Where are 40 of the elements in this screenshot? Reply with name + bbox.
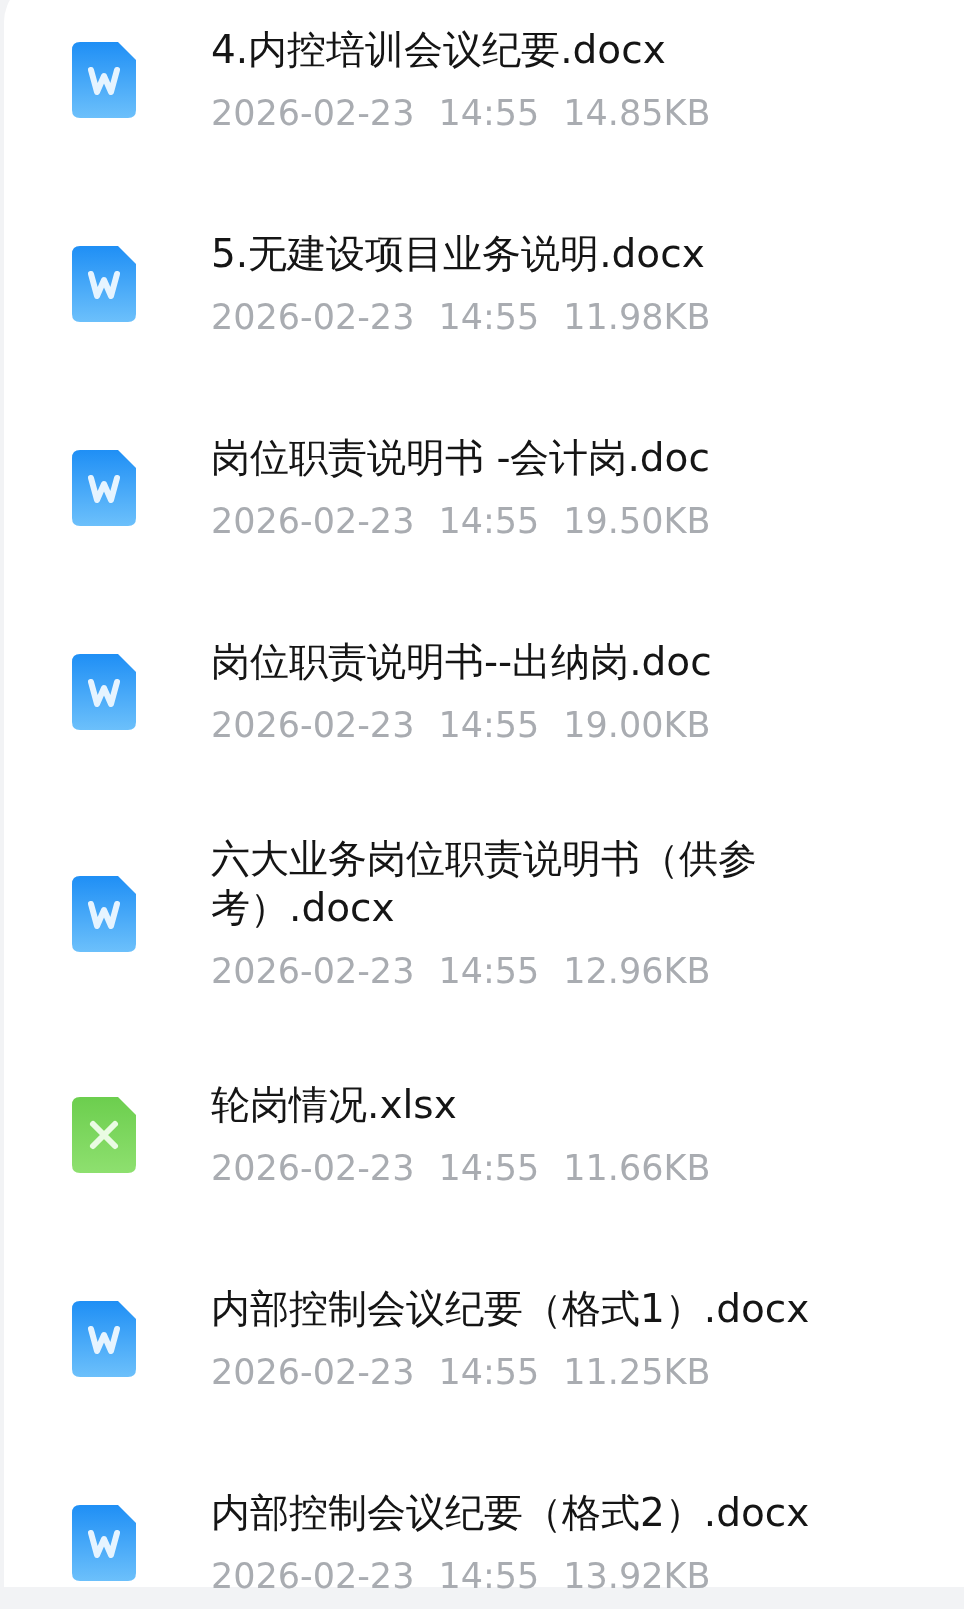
file-name: 5.无建设项目业务说明.docx [211,230,706,278]
file-name: 岗位职责说明书 -会计岗.doc [211,434,711,482]
file-size: 11.98KB [563,296,711,339]
file-name: 内部控制会议纪要（格式1）.docx [211,1285,811,1333]
file-size: 11.66KB [563,1147,711,1190]
file-name: 轮岗情况.xlsx [211,1081,458,1129]
file-date: 2026-02-23 [211,950,415,993]
file-name: 岗位职责说明书--出纳岗.doc [211,638,713,686]
word-document-icon [72,450,136,526]
word-document-icon [72,654,136,730]
file-time: 14:55 [438,1555,540,1598]
file-date: 2026-02-23 [211,92,415,135]
word-document-icon [72,1301,136,1377]
file-time: 14:55 [438,704,540,747]
file-time: 14:55 [438,92,540,135]
file-size: 11.25KB [563,1351,711,1394]
word-document-icon [72,246,136,322]
file-date: 2026-02-23 [211,704,415,747]
file-time: 14:55 [438,296,540,339]
file-name: 六大业务岗位职责说明书（供参考）.docx [211,835,758,932]
file-time: 14:55 [438,1147,540,1190]
file-name: 4.内控培训会议纪要.docx [211,26,667,74]
file-name: 内部控制会议纪要（格式2）.docx [211,1489,811,1537]
file-time: 14:55 [438,500,540,543]
word-document-icon [72,42,136,118]
file-size: 14.85KB [563,92,711,135]
file-date: 2026-02-23 [211,500,415,543]
file-date: 2026-02-23 [211,1351,415,1394]
file-size: 19.00KB [563,704,711,747]
file-size: 13.92KB [563,1555,711,1598]
word-document-icon [72,875,136,952]
word-document-icon [72,1505,136,1581]
file-time: 14:55 [438,1351,540,1394]
file-size: 19.50KB [563,500,711,543]
file-date: 2026-02-23 [211,1147,415,1190]
file-date: 2026-02-23 [211,1555,415,1598]
file-date: 2026-02-23 [211,296,415,339]
file-time: 14:55 [438,950,540,993]
spreadsheet-document-icon [72,1097,136,1173]
file-size: 12.96KB [563,950,711,993]
